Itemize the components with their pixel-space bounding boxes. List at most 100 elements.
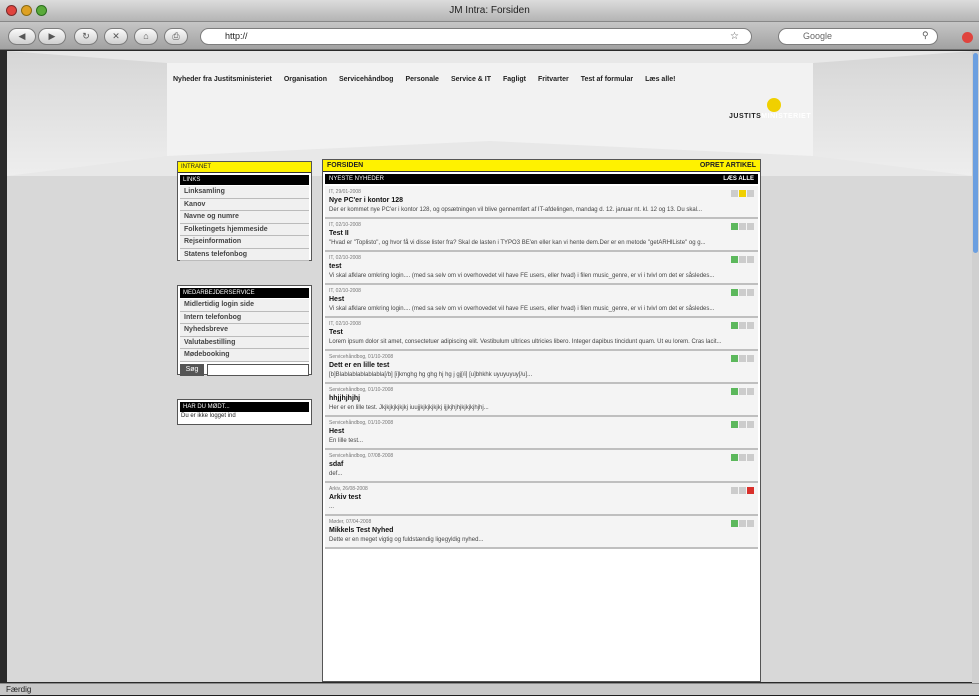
news-title[interactable]: Hest bbox=[329, 296, 754, 305]
search-field[interactable]: Google bbox=[778, 28, 938, 45]
news-body: [b]Blablablablablabla[/b] [i]kmghg hg gh… bbox=[329, 372, 533, 378]
service-header: MEDARBEJDERSERVICE bbox=[180, 288, 309, 298]
service-item[interactable]: Nyhedsbreve bbox=[180, 324, 309, 337]
browser-window: JM Intra: Forsiden ◀ ▶ ↻ ✕ ⌂ ⎙ http:// ☆… bbox=[0, 0, 979, 695]
status-light bbox=[731, 520, 738, 527]
status-indicator bbox=[730, 520, 754, 527]
news-title[interactable]: Test bbox=[329, 329, 754, 338]
status-light bbox=[739, 355, 746, 362]
news-meta: Servicehåndbog, 01/10-2008 bbox=[329, 387, 394, 393]
window-title: JM Intra: Forsiden bbox=[449, 5, 530, 16]
news-item[interactable]: Arkiv, 26/08-2008 Arkiv test... bbox=[325, 483, 758, 516]
news-title[interactable]: Test II bbox=[329, 230, 754, 239]
service-item[interactable]: Midlertidig login side bbox=[180, 299, 309, 312]
read-all-link[interactable]: LÆS ALLE bbox=[723, 174, 754, 184]
status-light bbox=[739, 454, 746, 461]
reload-button[interactable]: ↻ bbox=[74, 28, 98, 45]
link-item[interactable]: Rejseinformation bbox=[180, 236, 309, 249]
news-meta: IT, 02/10-2008 bbox=[329, 255, 361, 261]
status-light bbox=[739, 190, 746, 197]
main-content: FORSIDEN OPRET ARTIKEL NYESTE NYHEDER LÆS … bbox=[322, 159, 761, 682]
nav-item[interactable]: Læs alle! bbox=[645, 76, 675, 83]
news-meta: IT, 02/10-2008 bbox=[329, 288, 361, 294]
news-title[interactable]: Hest bbox=[329, 428, 754, 437]
page-title: FORSIDEN bbox=[327, 162, 364, 169]
links-header: LINKS bbox=[180, 175, 309, 185]
news-item[interactable]: Servicehåndbog, 01/10-2008 Dett er en lil… bbox=[325, 351, 758, 384]
nav-item[interactable]: Organisation bbox=[284, 76, 327, 83]
link-item[interactable]: Linksamling bbox=[180, 186, 309, 199]
news-meta: Servicehåndbog, 01/10-2008 bbox=[329, 354, 394, 360]
news-item[interactable]: Servicehåndbog, 07/08-2008 sdaf def... bbox=[325, 450, 758, 483]
news-item[interactable]: IT, 02/10-2008 Test II "Hvad er "Toplisto"… bbox=[325, 219, 758, 252]
status-light bbox=[731, 355, 738, 362]
stop-sign-icon[interactable] bbox=[962, 32, 973, 43]
status-indicator bbox=[730, 190, 754, 197]
status-light bbox=[747, 223, 754, 230]
nav-item[interactable]: Personale bbox=[405, 76, 438, 83]
nav-item[interactable]: Nyheder fra Justitsministeriet bbox=[173, 76, 272, 83]
news-title[interactable]: test bbox=[329, 263, 754, 272]
news-title[interactable]: Mikkels Test Nyhed bbox=[329, 527, 754, 536]
status-indicator bbox=[730, 487, 754, 494]
link-item[interactable]: Statens telefonbog bbox=[180, 248, 309, 261]
link-item[interactable]: Folketingets hjemmeside bbox=[180, 223, 309, 236]
news-title[interactable]: hhjjhjhjhj bbox=[329, 395, 754, 404]
news-body: Lorem ipsum dolor sit amet, consectetuer… bbox=[329, 339, 722, 345]
news-title[interactable]: Dett er en lille test bbox=[329, 362, 754, 371]
nav-item[interactable]: Servicehåndbog bbox=[339, 76, 393, 83]
status-indicator bbox=[730, 388, 754, 395]
service-item[interactable]: Valutabestilling bbox=[180, 336, 309, 349]
service-search-input[interactable] bbox=[207, 363, 309, 376]
status-light bbox=[747, 454, 754, 461]
status-light bbox=[747, 289, 754, 296]
news-title[interactable]: Nye PC'er i kontor 128 bbox=[329, 197, 754, 206]
news-item[interactable]: Møder, 07/04-2008 Mikkels Test Nyhed Dette… bbox=[325, 516, 758, 549]
link-item[interactable]: Kanov bbox=[180, 198, 309, 211]
title-bar: JM Intra: Forsiden bbox=[0, 0, 979, 22]
news-item[interactable]: IT, 02/10-2008 Test Lorem ipsum dolor sit … bbox=[325, 318, 758, 351]
news-item[interactable]: Servicehåndbog, 01/10-2008 Hest En lille t… bbox=[325, 417, 758, 450]
home-button[interactable]: ⌂ bbox=[134, 28, 158, 45]
news-body: def... bbox=[329, 471, 343, 477]
status-light bbox=[731, 388, 738, 395]
news-meta: IT, 02/10-2008 bbox=[329, 222, 361, 228]
nav-item[interactable]: Fagligt bbox=[503, 76, 526, 83]
status-light bbox=[731, 487, 738, 494]
news-body: En lille test... bbox=[329, 438, 364, 444]
news-body: Vi skal afklare omkring login.... (med s… bbox=[329, 306, 715, 312]
stop-button[interactable]: ✕ bbox=[104, 28, 128, 45]
logo-text-a: JUSTITS bbox=[729, 113, 762, 120]
service-item[interactable]: Intern telefonbog bbox=[180, 311, 309, 324]
link-item[interactable]: Navne og numre bbox=[180, 211, 309, 224]
create-article-link[interactable]: OPRET ARTIKEL bbox=[700, 160, 756, 172]
news-body: "Hvad er "Toplisto", og hvor få vi disse… bbox=[329, 240, 706, 246]
url-field[interactable]: http:// bbox=[200, 28, 752, 45]
status-light bbox=[731, 289, 738, 296]
news-item[interactable]: IT, 29/01-2008 Nye PC'er i kontor 128 Der … bbox=[325, 186, 758, 219]
latest-news-header: NYESTE NYHEDER bbox=[329, 176, 385, 182]
back-button[interactable]: ◀ bbox=[8, 28, 36, 45]
status-light bbox=[731, 223, 738, 230]
scrollbar-thumb[interactable] bbox=[973, 53, 978, 253]
nav-item[interactable]: Service & IT bbox=[451, 76, 491, 83]
news-title[interactable]: sdaf bbox=[329, 461, 754, 470]
status-light bbox=[739, 388, 746, 395]
news-item[interactable]: IT, 02/10-2008 test Vi skal afklare omkrin… bbox=[325, 252, 758, 285]
service-item[interactable]: Mødebooking bbox=[180, 349, 309, 362]
search-button[interactable]: Søg bbox=[180, 363, 204, 376]
status-light bbox=[747, 355, 754, 362]
news-body: Her er en lille test. Jkjkjkjkjkjkj iuuj… bbox=[329, 405, 489, 411]
news-title[interactable]: Arkiv test bbox=[329, 494, 754, 503]
ministry-logo[interactable]: JUSTITSMINISTERIET bbox=[729, 98, 829, 128]
vertical-scrollbar[interactable] bbox=[972, 51, 979, 683]
news-item[interactable]: IT, 02/10-2008 Hest Vi skal afklare omkrin… bbox=[325, 285, 758, 318]
nav-item[interactable]: Test af formular bbox=[581, 76, 633, 83]
news-item[interactable]: Servicehåndbog, 01/10-2008 hhjjhjhjhj Her … bbox=[325, 384, 758, 417]
forward-button[interactable]: ▶ bbox=[38, 28, 66, 45]
hardu-box: HAR DU MØDT... Du er ikke logget ind bbox=[177, 399, 312, 425]
status-light bbox=[747, 190, 754, 197]
print-button[interactable]: ⎙ bbox=[164, 28, 188, 45]
nav-item[interactable]: Fritvarter bbox=[538, 76, 569, 83]
bookmark-star-icon[interactable]: ☆ bbox=[730, 31, 739, 42]
